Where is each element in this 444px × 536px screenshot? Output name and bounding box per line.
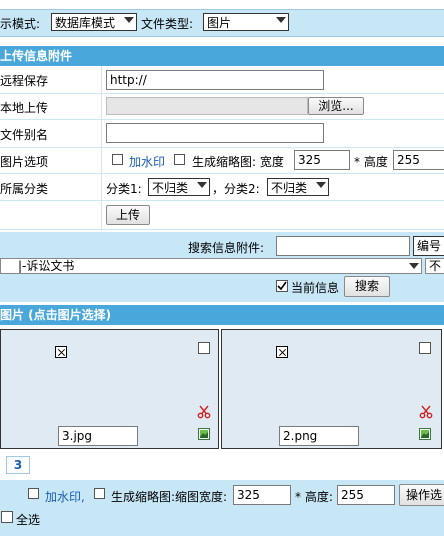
top-toolbar: 示模式: 数据库模式 文件类型: 图片 bbox=[0, 0, 444, 44]
browse-button[interactable]: 浏览... bbox=[308, 97, 364, 115]
upload-form: 远程保存 http:// 本地上传 浏览... 文件别名 图片选项 加水印 生成… bbox=[0, 66, 444, 230]
broken-image-icon[interactable] bbox=[276, 346, 288, 358]
bottom-watermark-label: 加水印, bbox=[45, 490, 85, 504]
bottom-width-input[interactable]: 325 bbox=[233, 485, 291, 505]
current-info-checkbox[interactable] bbox=[276, 280, 288, 292]
local-label: 本地上传 bbox=[0, 101, 49, 115]
upload-button-row: 上传 bbox=[0, 201, 444, 230]
filetype-label: 文件类型: bbox=[141, 17, 194, 31]
search-extra-value: 不 bbox=[429, 259, 442, 273]
search-field-select[interactable]: 编号 bbox=[413, 236, 444, 256]
thumbnail-checkbox[interactable] bbox=[174, 154, 185, 165]
bottom-thumbnail-label: 生成缩略图:缩图宽度: bbox=[111, 490, 228, 504]
category2-label: ，分类2: bbox=[212, 182, 260, 196]
bottom-height-label: * 高度: bbox=[295, 490, 333, 504]
thumbnail-height-label: * 高度 bbox=[354, 155, 388, 169]
alias-row: 文件别名 bbox=[0, 120, 444, 148]
search-field-value: 编号 bbox=[417, 239, 442, 253]
select-all-label: 全选 bbox=[16, 513, 41, 527]
page-number[interactable]: 3 bbox=[6, 456, 30, 474]
category-label: 所属分类 bbox=[0, 182, 49, 196]
filetype-select[interactable]: 图片 bbox=[203, 13, 289, 31]
remote-label: 远程保存 bbox=[0, 74, 49, 88]
chevron-down-icon bbox=[197, 182, 207, 188]
category1-label: 分类1: bbox=[106, 182, 142, 196]
gallery-item[interactable]: 3.jpg bbox=[0, 329, 219, 449]
mode-row: 示模式: 数据库模式 文件类型: 图片 bbox=[0, 9, 444, 37]
mode-select[interactable]: 数据库模式 bbox=[51, 13, 137, 31]
local-file-input[interactable] bbox=[106, 97, 308, 115]
image-options-label: 图片选项 bbox=[0, 155, 49, 169]
image-name-input[interactable]: 3.jpg bbox=[58, 426, 138, 446]
remote-url-input[interactable]: http:// bbox=[106, 70, 324, 90]
watermark-checkbox[interactable] bbox=[112, 154, 123, 165]
delete-scissors-icon[interactable] bbox=[197, 405, 211, 419]
upload-section-title: 上传信息附件 bbox=[0, 49, 73, 63]
gallery-item[interactable]: 2.png bbox=[221, 329, 442, 449]
image-options-row: 图片选项 加水印 生成缩略图: 宽度 325 * 高度 255 bbox=[0, 148, 444, 174]
local-row: 本地上传 浏览... bbox=[0, 94, 444, 120]
chevron-down-icon bbox=[276, 17, 286, 23]
category-row: 所属分类 分类1: 不归类 ，分类2: 不归类 bbox=[0, 174, 444, 201]
delete-scissors-icon[interactable] bbox=[419, 405, 433, 419]
gallery-section-header: 图片 (点击图片选择) bbox=[0, 305, 444, 325]
thumbnail-width-input[interactable]: 325 bbox=[294, 150, 350, 170]
mode-select-value: 数据库模式 bbox=[55, 16, 116, 30]
image-name-input[interactable]: 2.png bbox=[279, 426, 359, 446]
bottom-watermark-checkbox[interactable] bbox=[28, 488, 39, 499]
thumbnail-width-label: 生成缩略图: 宽度 bbox=[192, 155, 284, 169]
search-area: 搜索信息附件: 编号 |-诉讼文书 不 当前信息 搜索 bbox=[0, 232, 444, 302]
category2-select-value: 不归类 bbox=[271, 181, 308, 195]
gallery: 3.jpg 2.png bbox=[0, 325, 444, 453]
search-category-value: |-诉讼文书 bbox=[18, 259, 75, 273]
chevron-down-icon bbox=[124, 17, 134, 23]
filetype-select-value: 图片 bbox=[207, 16, 232, 30]
search-input[interactable] bbox=[276, 236, 410, 256]
checkmark-icon bbox=[277, 281, 287, 291]
select-image-checkbox[interactable] bbox=[198, 342, 210, 354]
bottom-thumbnail-checkbox[interactable] bbox=[94, 488, 105, 499]
search-category-select[interactable]: |-诉讼文书 bbox=[0, 258, 422, 274]
watermark-label: 加水印 bbox=[129, 155, 166, 169]
chevron-down-icon bbox=[316, 182, 326, 188]
chevron-down-icon bbox=[409, 263, 419, 269]
search-label: 搜索信息附件: bbox=[188, 241, 265, 255]
select-image-checkbox[interactable] bbox=[419, 342, 431, 354]
operation-button[interactable]: 操作选 bbox=[399, 484, 444, 506]
thumbnail-height-input[interactable]: 255 bbox=[393, 150, 444, 170]
search-extra-select[interactable]: 不 bbox=[425, 258, 444, 274]
bottom-height-input[interactable]: 255 bbox=[337, 485, 395, 505]
category1-select-value: 不归类 bbox=[152, 181, 189, 195]
pagination-row: 3 bbox=[0, 453, 444, 477]
current-info-label: 当前信息 bbox=[291, 281, 340, 295]
alias-input[interactable] bbox=[106, 123, 324, 143]
broken-image-icon[interactable] bbox=[55, 346, 67, 358]
select-all-checkbox[interactable] bbox=[1, 511, 13, 523]
bottom-options: 加水印, 生成缩略图:缩图宽度: 325 * 高度: 255 操作选 全选 bbox=[0, 480, 444, 536]
remote-row: 远程保存 http:// bbox=[0, 66, 444, 94]
category1-select[interactable]: 不归类 bbox=[148, 178, 210, 196]
edit-image-icon[interactable] bbox=[198, 428, 210, 440]
upload-button[interactable]: 上传 bbox=[106, 205, 150, 225]
alias-label: 文件别名 bbox=[0, 128, 49, 142]
edit-image-icon[interactable] bbox=[419, 428, 431, 440]
upload-section-header: 上传信息附件 bbox=[0, 46, 444, 66]
gallery-section-title: 图片 (点击图片选择) bbox=[0, 308, 112, 322]
search-button[interactable]: 搜索 bbox=[344, 276, 390, 297]
category2-select[interactable]: 不归类 bbox=[267, 178, 329, 196]
mode-label: 示模式: bbox=[0, 17, 41, 31]
